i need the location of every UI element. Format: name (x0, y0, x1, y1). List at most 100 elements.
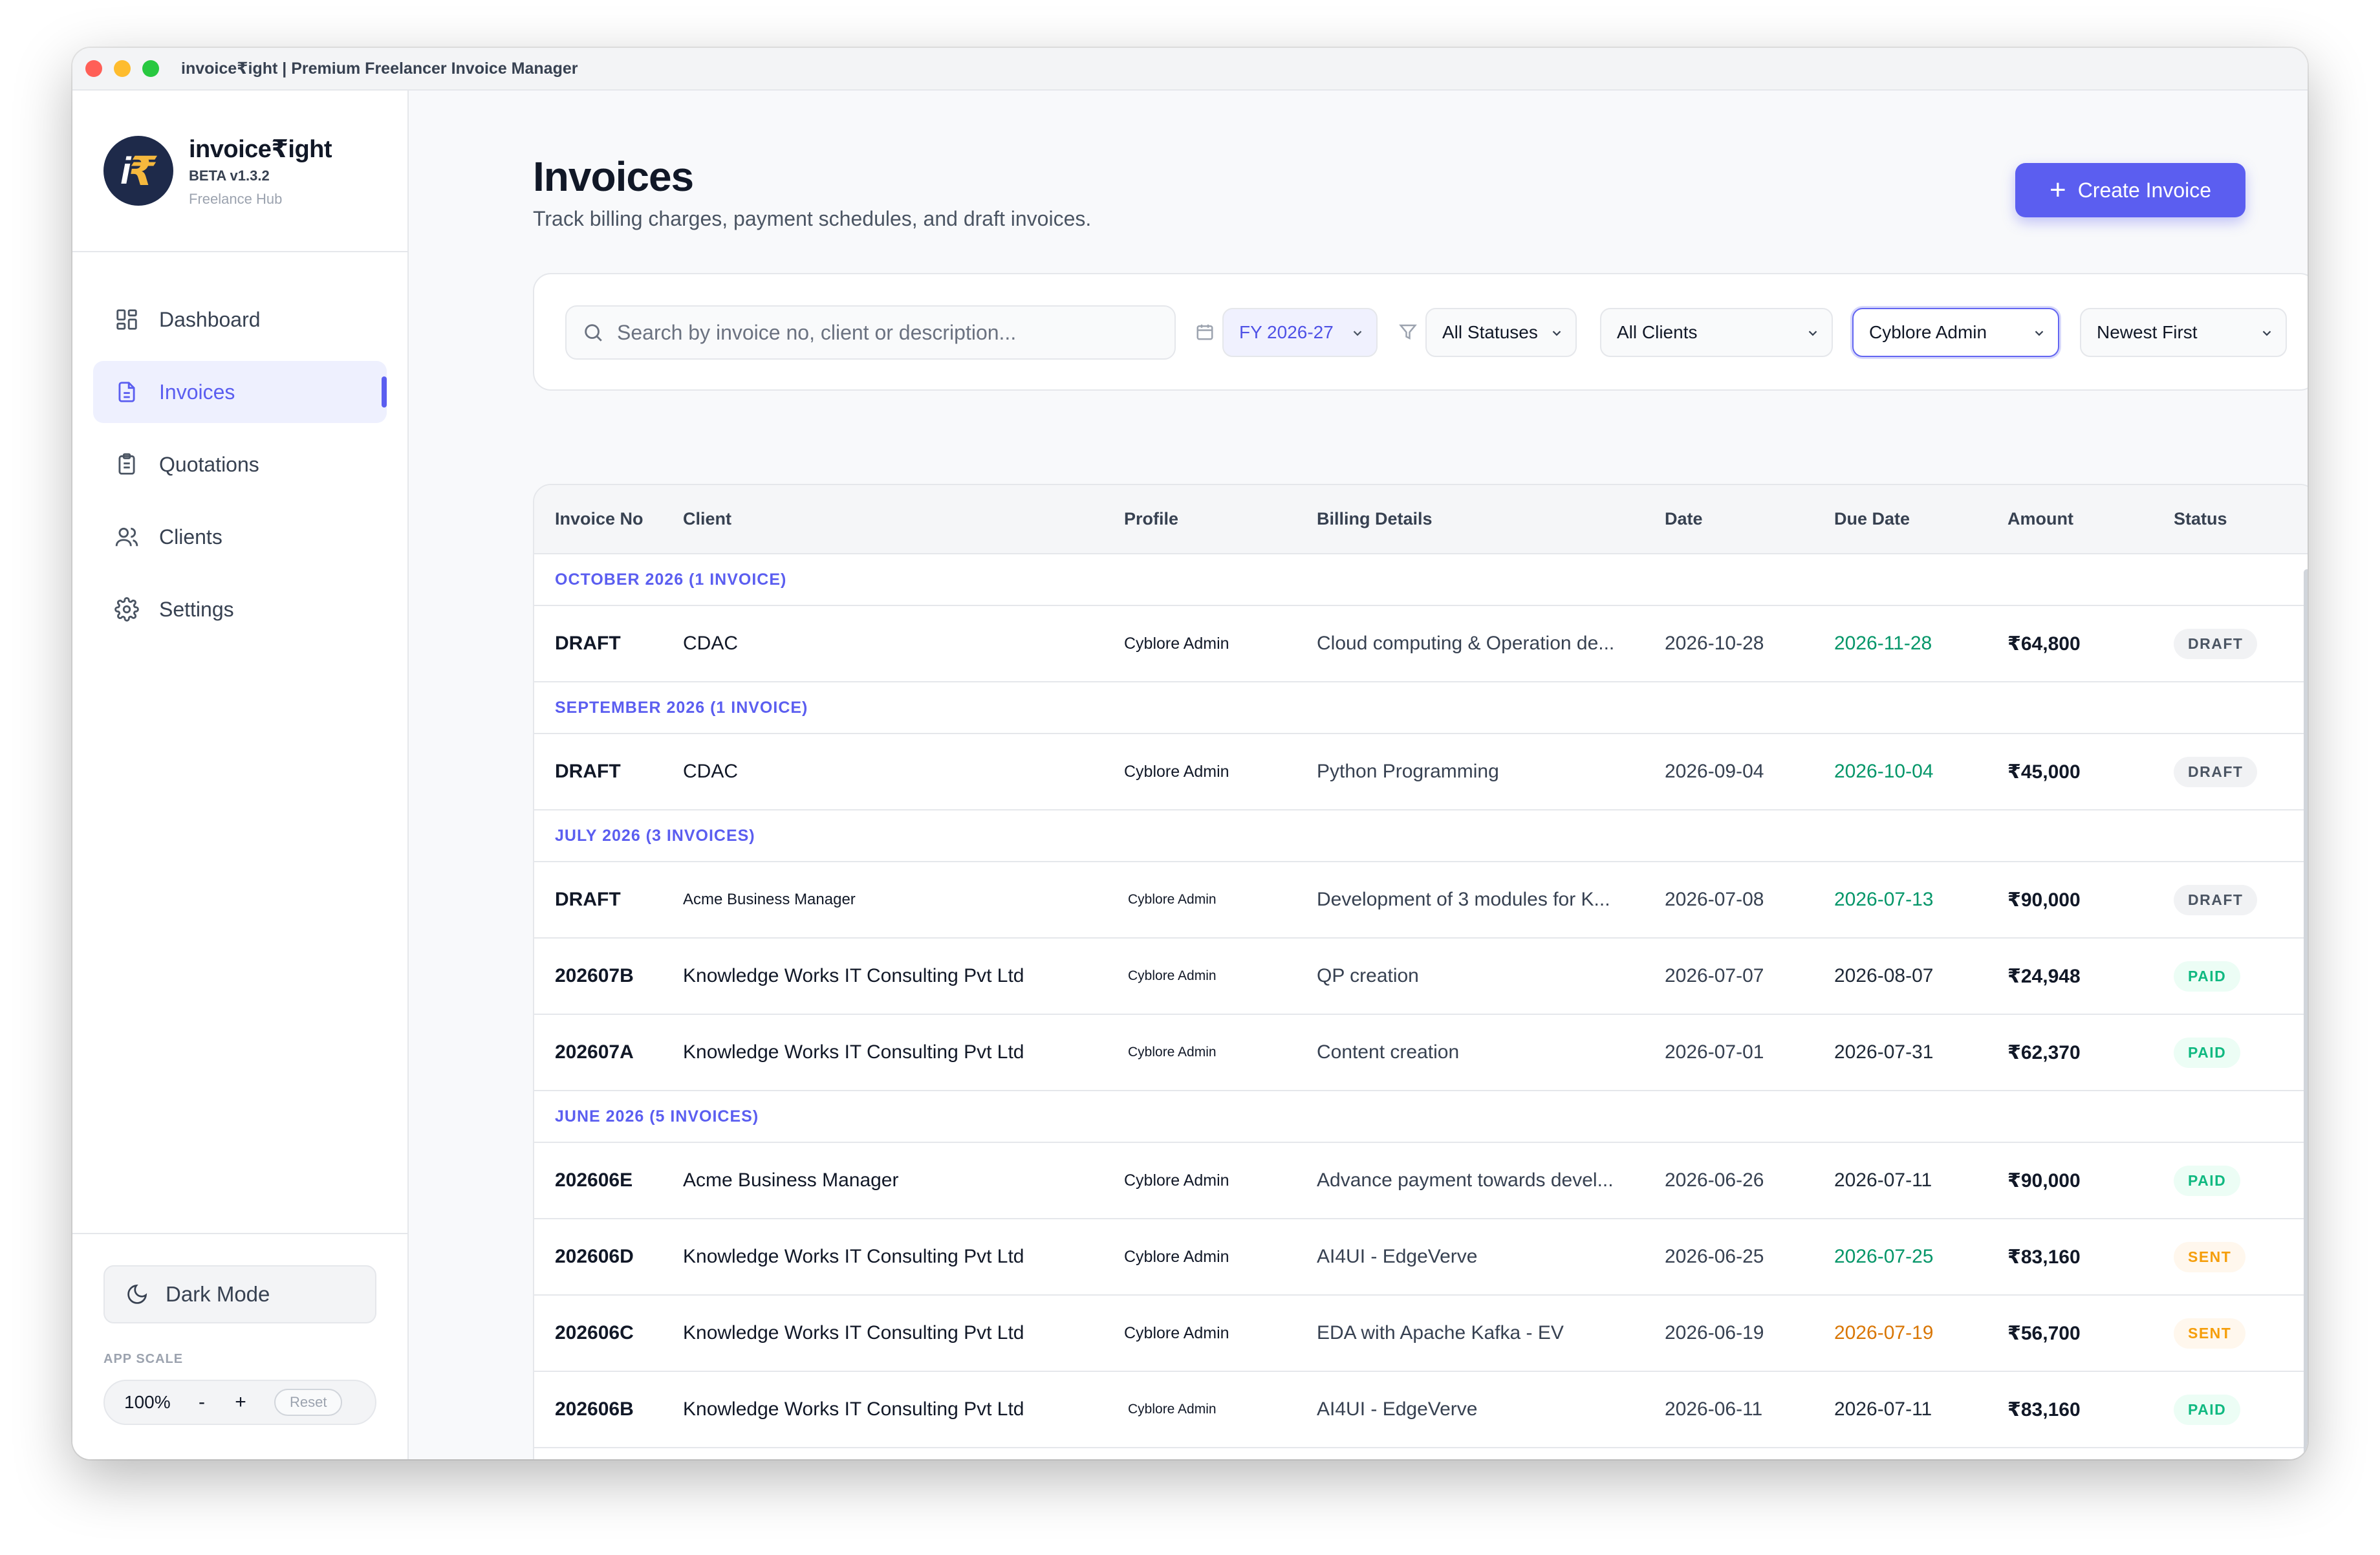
invoice-no-cell: 202606D (534, 1219, 683, 1296)
table-row[interactable]: 202607B Knowledge Works IT Consulting Pvt… (534, 938, 2308, 1015)
chevron-down-icon (1552, 331, 1561, 336)
dark-mode-button[interactable]: Dark Mode (103, 1265, 376, 1323)
month-group-header: JUNE 2026 (5 INVOICES) (534, 1091, 2308, 1143)
page-subtitle: Track billing charges, payment schedules… (533, 207, 1092, 230)
column-header-due-date[interactable]: Due Date (1834, 485, 2007, 554)
status-badge: DRAFT (2174, 884, 2258, 915)
date-cell: 2026-10-28 (1665, 605, 1834, 682)
filter-bar: FY 2026-27 All Statuses All Clients Cybl… (533, 273, 2308, 391)
title-bar: invoice₹ight | Premium Freelancer Invoic… (72, 48, 2308, 91)
filter-icon (1399, 324, 1417, 340)
nav-label: Dashboard (159, 307, 261, 331)
invoice-table-card: Invoice No Client Profile Billing Detail… (533, 484, 2308, 1459)
due-date-cell: 2026-07-31 (1834, 1014, 2007, 1091)
search-box[interactable] (565, 305, 1176, 360)
nav-item-clients[interactable]: Clients (93, 506, 387, 568)
brand-subtitle: Freelance Hub (189, 190, 283, 207)
close-window-button[interactable] (85, 60, 102, 77)
column-header-billing-details[interactable]: Billing Details (1317, 485, 1665, 554)
client-select-value: All Clients (1617, 322, 1698, 342)
fiscal-year-select[interactable]: FY 2026-27 (1222, 308, 1378, 357)
billing-details-cell: AI4UI - EdgeVerve (1317, 1371, 1665, 1448)
scale-decrease-button[interactable]: - (182, 1391, 221, 1413)
profile-cell: Cyblore Admin (1124, 734, 1317, 810)
document-icon (114, 379, 140, 405)
nav-item-invoices[interactable]: Invoices (93, 361, 387, 423)
dashboard-grid-icon (114, 307, 140, 332)
table-row[interactable]: DRAFT CDAC Cyblore Admin Cloud computing & … (534, 605, 2308, 682)
profile-cell: Cyblore Admin (1124, 938, 1317, 1015)
due-date-cell: 2026-06-20 (1834, 1448, 2007, 1459)
amount-cell: ₹90,000 (2007, 862, 2174, 939)
column-header-invoice-no[interactable]: Invoice No (534, 485, 683, 554)
status-cell: DRAFT (2174, 605, 2308, 682)
app-window: invoice₹ight | Premium Freelancer Invoic… (72, 48, 2308, 1459)
main-content: Invoices Track billing charges, payment … (409, 91, 2308, 1459)
search-input[interactable] (617, 320, 1173, 345)
invoice-no-cell: 202606B (534, 1371, 683, 1448)
client-cell: Knowledge Works IT Consulting Pvt Ltd (683, 1295, 1124, 1372)
billing-details-cell: QP creation (1317, 938, 1665, 1015)
client-select[interactable]: All Clients (1600, 308, 1833, 357)
chevron-down-icon (2262, 331, 2271, 336)
table-header: Invoice No Client Profile Billing Detail… (534, 485, 2308, 554)
sort-select[interactable]: Newest First (2080, 308, 2287, 357)
invoice-no-cell: 202607A (534, 1014, 683, 1091)
profile-cell: Cyblore Admin (1124, 605, 1317, 682)
app-scale-label: APP SCALE (103, 1352, 184, 1366)
page-title: Invoices (533, 153, 694, 200)
column-header-amount[interactable]: Amount (2007, 485, 2174, 554)
date-cell: 2026-07-01 (1665, 1014, 1834, 1091)
table-row[interactable]: 202606B Knowledge Works IT Consulting Pvt… (534, 1371, 2308, 1448)
nav-item-dashboard[interactable]: Dashboard (93, 288, 387, 351)
table-scrollbar[interactable] (2304, 569, 2308, 1459)
scale-value: 100% (124, 1392, 171, 1412)
table-row[interactable]: DRAFT CDAC Cyblore Admin Python Programming… (534, 734, 2308, 810)
invoice-no-cell: 202607B (534, 938, 683, 1015)
status-cell: SENT (2174, 1295, 2308, 1372)
month-group-label: JUNE 2026 (5 INVOICES) (534, 1091, 2308, 1143)
status-badge: SENT (2174, 1318, 2246, 1349)
status-badge: DRAFT (2174, 756, 2258, 787)
invoice-no-cell: DRAFT (534, 734, 683, 810)
due-date-cell: 2026-11-28 (1834, 605, 2007, 682)
amount-cell: ₹1,03,500 (2007, 1448, 2174, 1459)
billing-details-cell: Development of 3 modules for K... (1317, 862, 1665, 939)
create-invoice-button[interactable]: + Create Invoice (2015, 163, 2245, 217)
minimize-window-button[interactable] (114, 60, 131, 77)
date-cell: 2026-06-25 (1665, 1219, 1834, 1296)
chevron-down-icon (1353, 331, 1362, 336)
profile-select[interactable]: Cyblore Admin (1852, 308, 2059, 357)
table-row[interactable]: 202606D Knowledge Works IT Consulting Pvt… (534, 1219, 2308, 1296)
maximize-window-button[interactable] (142, 60, 159, 77)
scale-increase-button[interactable]: + (221, 1391, 260, 1413)
table-row[interactable]: DRAFT Acme Business Manager Cyblore Admin D… (534, 862, 2308, 939)
status-badge: PAID (2174, 1165, 2241, 1196)
create-invoice-label: Create Invoice (2077, 178, 2212, 202)
amount-cell: ₹24,948 (2007, 938, 2174, 1015)
gear-icon (114, 596, 140, 622)
status-cell: PAID (2174, 938, 2308, 1015)
date-cell: 2026-06-11 (1665, 1371, 1834, 1448)
table-row[interactable]: 202606C Knowledge Works IT Consulting Pvt… (534, 1295, 2308, 1372)
due-date-cell: 2026-07-19 (1834, 1295, 2007, 1372)
column-header-date[interactable]: Date (1665, 485, 1834, 554)
table-row[interactable]: 202606AChaitra DixitCyblore AdminEDA wit… (534, 1448, 2308, 1459)
nav-item-settings[interactable]: Settings (93, 578, 387, 640)
column-header-status[interactable]: Status (2174, 485, 2308, 554)
nav-label: Clients (159, 525, 222, 549)
billing-details-cell: Advance payment towards devel... (1317, 1142, 1665, 1219)
column-header-client[interactable]: Client (683, 485, 1124, 554)
brand-name: invoice₹ight (189, 135, 332, 163)
billing-details-cell: EDA with Apache Kafka - EV (1317, 1295, 1665, 1372)
status-select[interactable]: All Statuses (1425, 308, 1577, 357)
column-header-profile[interactable]: Profile (1124, 485, 1317, 554)
moon-icon (127, 1284, 147, 1304)
client-cell: Knowledge Works IT Consulting Pvt Ltd (683, 1014, 1124, 1091)
app-logo: i ₹ (103, 136, 173, 206)
table-row[interactable]: 202607A Knowledge Works IT Consulting Pvt… (534, 1014, 2308, 1091)
scale-reset-button[interactable]: Reset (274, 1389, 343, 1416)
billing-details-cell: Python Programming (1317, 734, 1665, 810)
nav-item-quotations[interactable]: Quotations (93, 433, 387, 495)
table-row[interactable]: 202606E Acme Business Manager Cyblore Admi… (534, 1142, 2308, 1219)
